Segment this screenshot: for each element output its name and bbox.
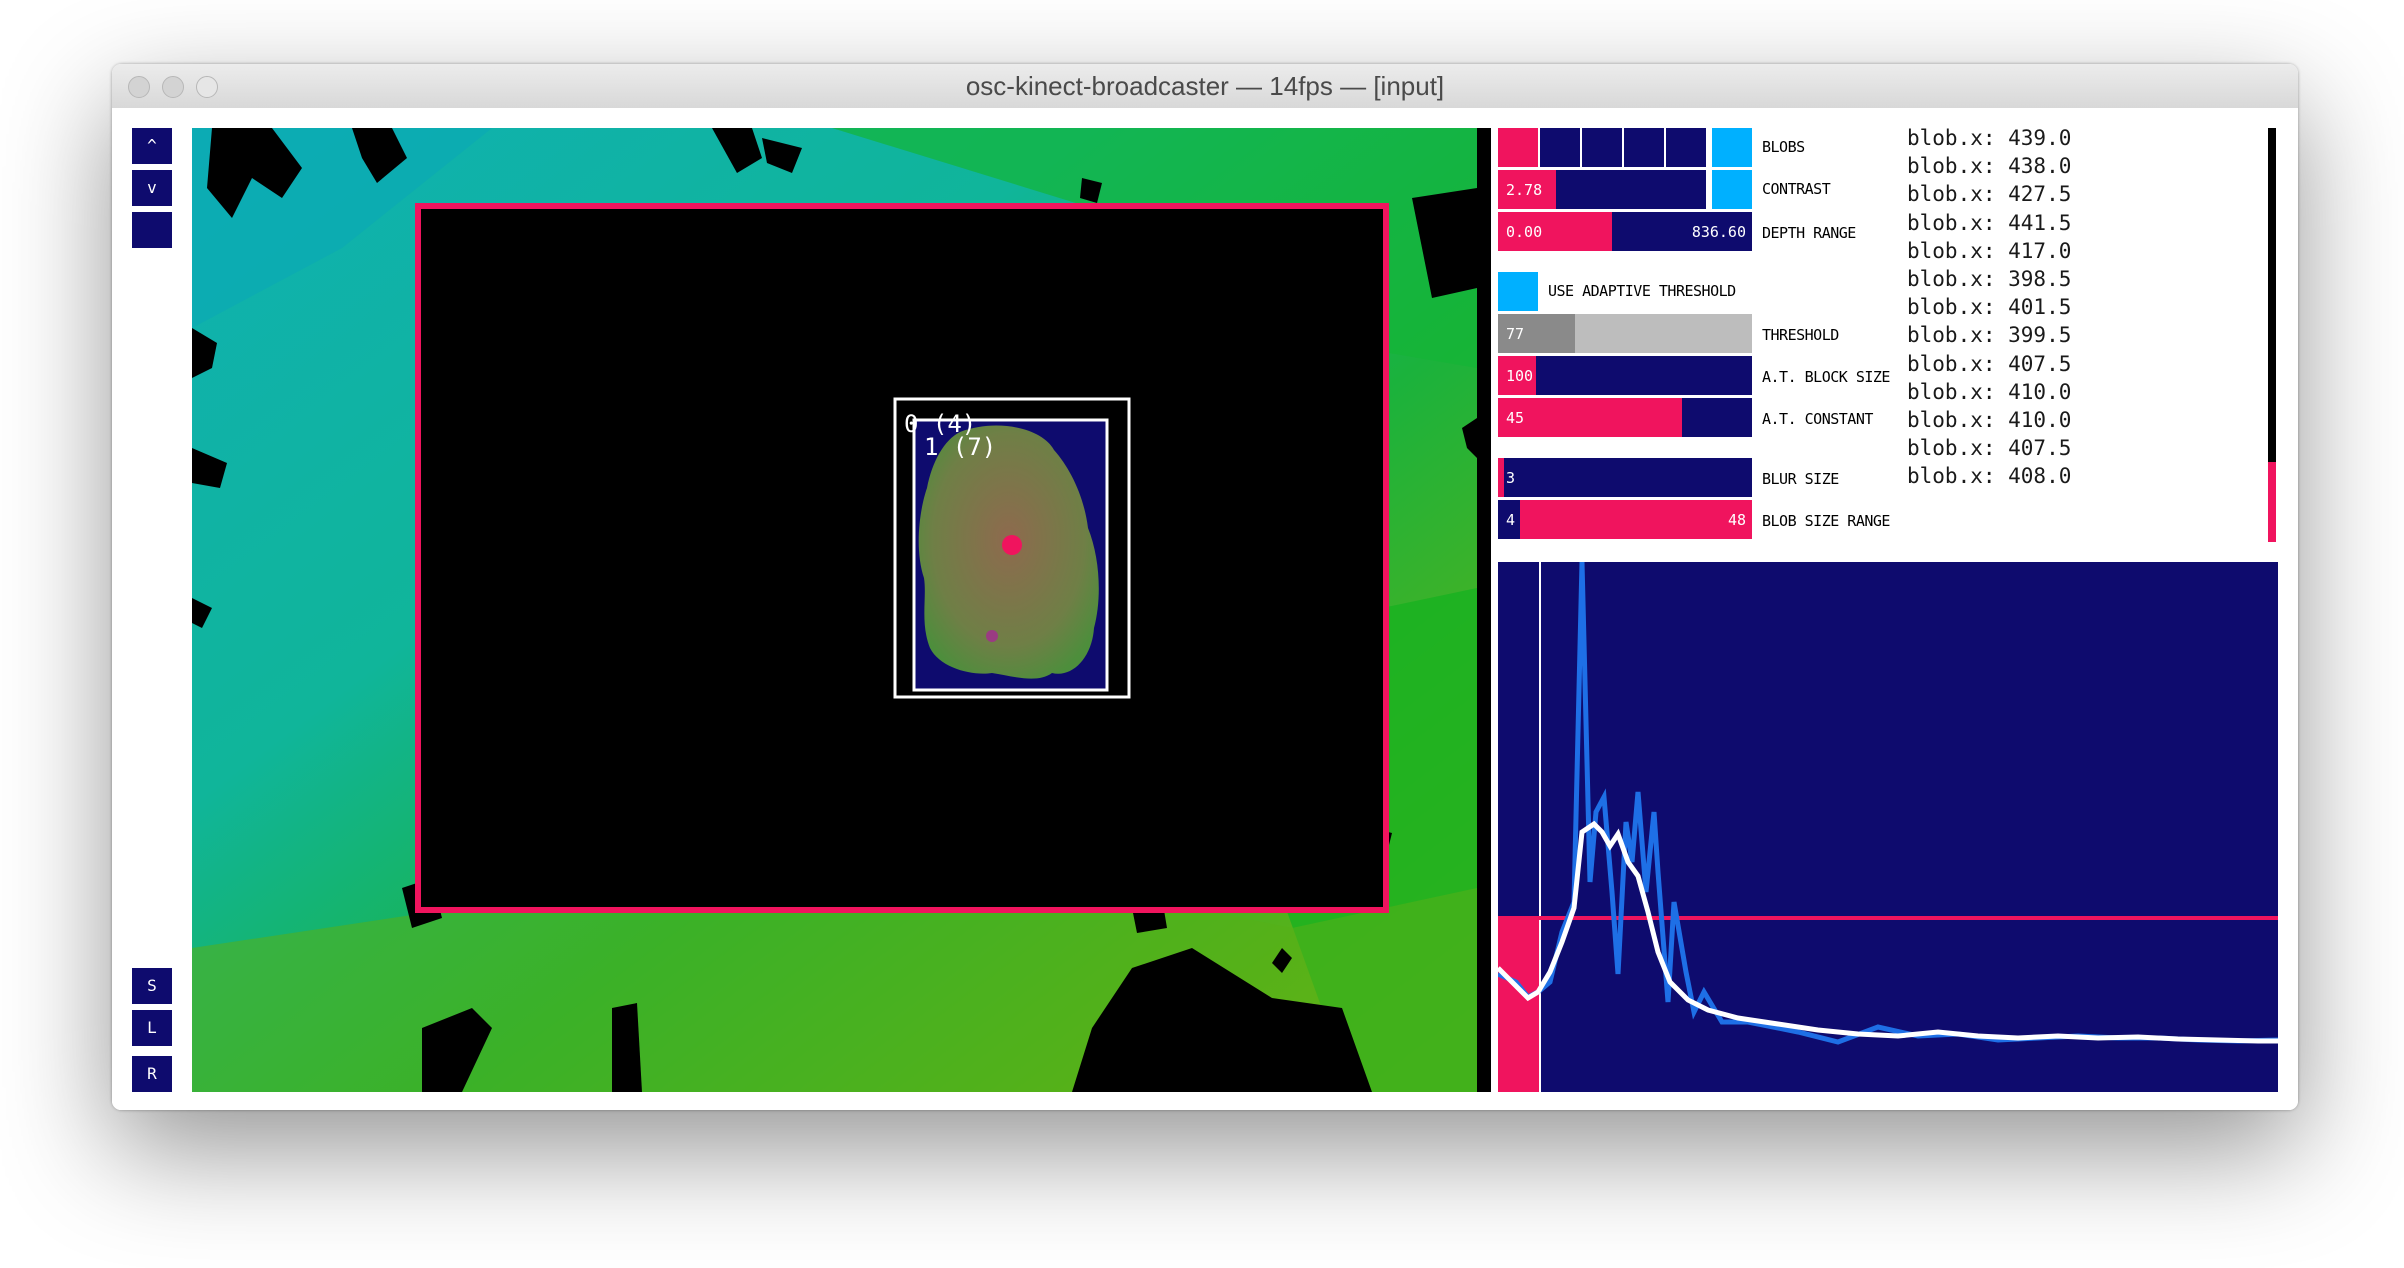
blobs-label: BLOBS (1762, 138, 1805, 156)
constant-slider[interactable]: 45 (1498, 398, 1752, 437)
blob-log-entry: blob.x: 408.0 (1907, 464, 2072, 489)
blob-log-entry: blob.x: 427.5 (1907, 182, 2072, 207)
blob-size-range-label: BLOB SIZE RANGE (1762, 512, 1890, 530)
histogram-graph (1496, 561, 2279, 1092)
panel-divider (1477, 128, 1491, 1092)
save-button[interactable]: S (132, 968, 172, 1004)
blank-button[interactable] (132, 212, 172, 248)
title-bar: osc-kinect-broadcaster — 14fps — [input] (112, 64, 2298, 109)
blur-size-slider[interactable]: 3 (1498, 458, 1752, 497)
scroll-up-button[interactable]: ^ (132, 128, 172, 164)
threshold-slider[interactable]: 77 (1498, 314, 1752, 353)
contrast-label: CONTRAST (1762, 180, 1831, 198)
contrast-toggle[interactable] (1712, 170, 1752, 209)
blob-log-entry: blob.x: 417.0 (1907, 238, 2072, 263)
threshold-label: THRESHOLD (1762, 326, 1839, 344)
blob-label-1: 1 (7) (924, 433, 996, 461)
block-size-slider[interactable]: 100 (1498, 356, 1752, 395)
constant-fill (1498, 398, 1682, 437)
blob-log-entry: blob.x: 398.5 (1907, 267, 2072, 291)
blobs-count-indicator[interactable] (1498, 128, 1538, 167)
blur-size-label: BLUR SIZE (1762, 470, 1839, 488)
depth-range-min: 0.00 (1506, 222, 1543, 241)
adaptive-threshold-checkbox[interactable] (1498, 272, 1538, 311)
caret-down-icon: v (147, 178, 157, 197)
caret-up-icon: ^ (147, 136, 157, 155)
load-button[interactable]: L (132, 1010, 172, 1046)
log-scrollbar-track[interactable] (2268, 128, 2276, 462)
blobs-count-cell[interactable] (1540, 128, 1580, 167)
depth-histogram[interactable] (1496, 561, 2279, 1092)
blob-size-max: 48 (1727, 510, 1746, 529)
blobs-count-cell[interactable] (1624, 128, 1664, 167)
depth-camera-view[interactable]: 0 (4) 1 (7) (192, 128, 1477, 1092)
threshold-value: 77 (1506, 324, 1525, 343)
depth-range-label: DEPTH RANGE (1762, 224, 1856, 242)
histogram-threshold-fill (1498, 918, 1540, 1092)
depth-range-max: 836.60 (1691, 222, 1746, 241)
blob-size-range-slider[interactable]: 4 48 (1498, 500, 1752, 539)
blob-centroid (1002, 535, 1022, 555)
log-scrollbar-thumb[interactable] (2268, 462, 2276, 542)
adaptive-threshold-label: USE ADAPTIVE THRESHOLD (1548, 282, 1736, 300)
reset-button[interactable]: R (132, 1056, 172, 1092)
contrast-value: 2.78 (1506, 180, 1543, 199)
depth-range-slider[interactable]: 0.00 836.60 (1498, 212, 1752, 251)
scroll-down-button[interactable]: v (132, 170, 172, 206)
blur-size-fill (1498, 458, 1504, 497)
constant-label: A.T. CONSTANT (1762, 410, 1873, 428)
window-title: osc-kinect-broadcaster — 14fps — [input] (965, 71, 1445, 101)
content: ^ v S L R 0 (4) 1 (7) BLOBS 2.78 CONTRAS… (112, 108, 2298, 1110)
app-window: osc-kinect-broadcaster — 14fps — [input]… (112, 64, 2298, 1110)
depth-image: 0 (4) 1 (7) (192, 128, 1477, 1092)
blob-log-entry: blob.x: 410.0 (1907, 408, 2072, 432)
blob-size-min: 4 (1506, 510, 1516, 529)
blob-log-entry: blob.x: 410.0 (1907, 379, 2072, 404)
blob-log-entry: blob.x: 438.0 (1907, 154, 2072, 179)
blob-log-entry: blob.x: 401.5 (1907, 295, 2072, 320)
contrast-slider[interactable]: 2.78 (1498, 170, 1706, 209)
constant-value: 45 (1506, 408, 1525, 427)
blobs-count-cell[interactable] (1582, 128, 1622, 167)
block-size-value: 100 (1506, 366, 1534, 385)
blobs-toggle[interactable] (1712, 128, 1752, 167)
blob-log-entry: blob.x: 441.5 (1907, 210, 2072, 235)
blob-log-entry: blob.x: 407.5 (1907, 351, 2072, 376)
blobs-count-cell[interactable] (1666, 128, 1706, 167)
blob-log-entry: blob.x: 407.5 (1907, 436, 2072, 461)
block-size-label: A.T. BLOCK SIZE (1762, 368, 1890, 386)
blur-size-value: 3 (1506, 468, 1516, 487)
blob-log-entry: blob.x: 399.5 (1907, 323, 2072, 348)
blob-size-range-fill (1520, 500, 1752, 539)
blob-log-entry: blob.x: 439.0 (1907, 126, 2072, 150)
